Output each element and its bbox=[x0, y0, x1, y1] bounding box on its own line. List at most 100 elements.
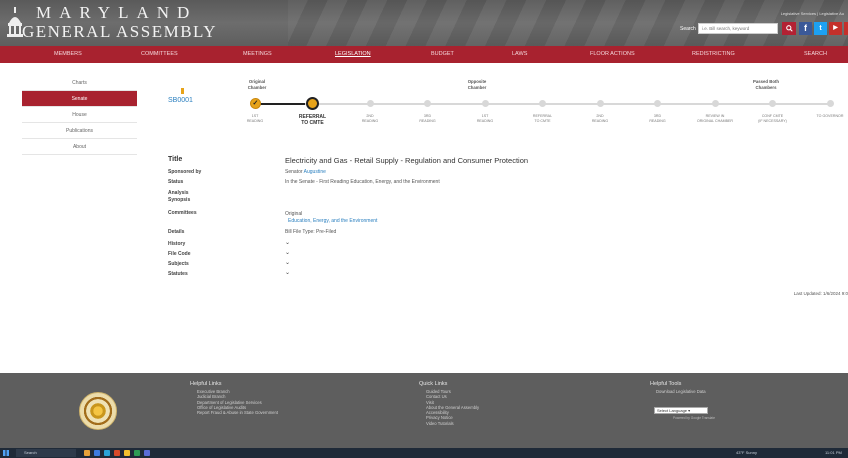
taskbar-search[interactable]: Search bbox=[16, 449, 76, 457]
sidebar-item-publications[interactable]: Publications bbox=[22, 123, 137, 139]
language-select-value: Select Language bbox=[657, 408, 688, 413]
tracker-step-label: 1ST READING bbox=[476, 114, 494, 123]
sidebar: Charts Senate House Publications About bbox=[22, 75, 137, 155]
sidebar-item-house[interactable]: House bbox=[22, 107, 137, 123]
tracker-step-dot bbox=[826, 100, 834, 107]
header-top-links[interactable]: Legislative Services | Legislative Au bbox=[781, 11, 844, 16]
taskbar-app-icon[interactable] bbox=[84, 450, 90, 456]
taskbar-app-icon[interactable] bbox=[104, 450, 110, 456]
subjects-chevron-down-icon[interactable]: ⌄ bbox=[285, 259, 290, 266]
history-chevron-down-icon[interactable]: ⌄ bbox=[285, 239, 290, 246]
tracker-step-label: 3RD READING bbox=[419, 114, 436, 123]
search-button[interactable] bbox=[782, 22, 796, 35]
nav-committees[interactable]: COMMITTEES bbox=[141, 46, 178, 63]
tracker-step-dot bbox=[596, 100, 604, 107]
quick-links-list: Guided Tours Contact Us Visit About the … bbox=[426, 389, 479, 426]
taskbar-app-icon[interactable] bbox=[124, 450, 130, 456]
subjects-label: Subjects bbox=[168, 261, 189, 267]
sidebar-item-senate[interactable]: Senate bbox=[22, 91, 137, 107]
tracker-step-dot bbox=[654, 100, 661, 107]
logo-title-line1[interactable]: MARYLAND bbox=[36, 3, 197, 23]
sponsor-link[interactable]: Augustine bbox=[304, 169, 326, 175]
search-input[interactable] bbox=[698, 23, 778, 34]
taskbar-weather[interactable]: 43°F Sunny bbox=[736, 450, 757, 455]
tracker-group-label: Opposite Chamber bbox=[467, 79, 487, 90]
committee-link[interactable]: Education, Energy, and the Environment bbox=[288, 218, 377, 224]
tracker-step-label: 3RD READING bbox=[649, 114, 666, 123]
tracker-group-original: Original Chamber bbox=[232, 79, 282, 91]
tracker-step-label: 1ST READING bbox=[246, 114, 264, 123]
logo-title-line2[interactable]: GENERAL ASSEMBLY bbox=[22, 22, 217, 42]
nav-budget[interactable]: BUDGET bbox=[431, 46, 454, 63]
tracker-step-label: REFERRAL TO CMTE bbox=[532, 114, 553, 123]
footer-link[interactable]: Report Fraud & Abuse in State Government bbox=[197, 410, 278, 415]
tracker-group-passed: Passed Both Chambers bbox=[741, 79, 791, 91]
nav-floor-actions[interactable]: FLOOR ACTIONS bbox=[590, 46, 635, 63]
tracker-step-dot bbox=[366, 100, 374, 107]
main-nav: MEMBERS COMMITTEES MEETINGS LEGISLATION … bbox=[0, 46, 848, 63]
tracker-step-dot bbox=[769, 100, 776, 107]
taskbar-app-icon[interactable] bbox=[144, 450, 150, 456]
last-updated: Last Updated: 1/6/2024 9:0 bbox=[793, 291, 848, 296]
tracker-step-label: CONF CMTE (IF NECESSARY) bbox=[758, 114, 787, 123]
helpful-links-list: Executive Branch Judicial Branch Departm… bbox=[197, 389, 278, 415]
nav-redistricting[interactable]: REDISTRICTING bbox=[692, 46, 735, 63]
twitter-icon[interactable]: t bbox=[814, 22, 827, 35]
statutes-chevron-down-icon[interactable]: ⌄ bbox=[285, 269, 290, 276]
helpful-tools-list: Download Legislative Data bbox=[656, 389, 706, 394]
tracker-step-label: REFERRAL TO CMTE bbox=[298, 114, 327, 126]
chevron-down-icon: ▾ bbox=[688, 408, 691, 413]
nav-laws[interactable]: LAWS bbox=[512, 46, 527, 63]
facebook-icon[interactable]: f bbox=[799, 22, 812, 35]
tracker-group-opposite: Opposite Chamber bbox=[452, 79, 502, 91]
site-header: MARYLAND GENERAL ASSEMBLY Legislative Se… bbox=[0, 0, 848, 46]
tracker-line-pending bbox=[305, 103, 830, 105]
analysis-label: Analysis bbox=[168, 190, 189, 196]
nav-meetings[interactable]: MEETINGS bbox=[243, 46, 272, 63]
tracker-step-dot bbox=[306, 97, 319, 110]
tracker-step-dot bbox=[481, 100, 489, 107]
bill-number: SB0001 bbox=[168, 97, 193, 104]
taskbar-app-icon[interactable] bbox=[114, 450, 120, 456]
sidebar-item-charts[interactable]: Charts bbox=[22, 75, 137, 91]
footer-link[interactable]: Download Legislative Data bbox=[656, 389, 706, 394]
tracker-step-label: 2ND READING bbox=[591, 114, 609, 123]
language-select[interactable]: Select Language ▾ bbox=[654, 407, 708, 414]
status-label: Status bbox=[168, 179, 184, 185]
tracker-step-label: REVIEW IN ORIGINAL CHAMBER bbox=[696, 114, 733, 123]
footer-link[interactable]: Video Tutorials bbox=[426, 421, 479, 426]
history-label: History bbox=[168, 241, 186, 247]
sidebar-item-about[interactable]: About bbox=[22, 139, 137, 155]
tracker-step-label: 2ND READING bbox=[361, 114, 379, 123]
search-icon bbox=[785, 25, 793, 32]
nav-members[interactable]: MEMBERS bbox=[54, 46, 82, 63]
sponsored-value: Senator Augustine bbox=[285, 169, 326, 175]
windows-start-icon[interactable] bbox=[3, 450, 9, 456]
taskbar-clock[interactable]: 11:01 PM bbox=[825, 450, 842, 455]
checkmark-icon: ✓ bbox=[252, 100, 259, 107]
tracker-step-dot bbox=[539, 100, 546, 107]
statutes-label: Statutes bbox=[168, 271, 188, 277]
tracker-step-label: TO GOVERNOR bbox=[816, 114, 844, 118]
filecode-chevron-down-icon[interactable]: ⌄ bbox=[285, 249, 290, 256]
committees-label: Committees bbox=[168, 210, 197, 216]
sponsor-prefix: Senator bbox=[285, 169, 304, 175]
translate-powered-by: Powered by Google Translate bbox=[673, 416, 715, 420]
windows-taskbar: Search 43°F Sunny 11:01 PM bbox=[0, 448, 848, 458]
rss-icon[interactable] bbox=[844, 22, 848, 35]
nav-legislation[interactable]: LEGISLATION bbox=[335, 46, 371, 63]
title-label: Title bbox=[168, 156, 183, 163]
nav-search[interactable]: SEARCH bbox=[804, 46, 827, 63]
tracker-line-complete bbox=[255, 103, 305, 105]
committees-heading: Original bbox=[285, 211, 303, 217]
taskbar-app-icon[interactable] bbox=[134, 450, 140, 456]
helpful-tools-title: Helpful Tools bbox=[650, 381, 682, 387]
tracker-group-label: Passed Both Chambers bbox=[752, 79, 780, 90]
status-value: In the Senate - First Reading Education,… bbox=[285, 179, 440, 185]
taskbar-app-icon[interactable] bbox=[94, 450, 100, 456]
quick-links-title: Quick Links bbox=[419, 381, 448, 387]
helpful-links-title: Helpful Links bbox=[190, 381, 222, 387]
title-value: Electricity and Gas - Retail Supply - Re… bbox=[285, 156, 529, 165]
youtube-icon[interactable]: ▶ bbox=[829, 22, 842, 35]
tracker-step-dot bbox=[711, 100, 719, 107]
